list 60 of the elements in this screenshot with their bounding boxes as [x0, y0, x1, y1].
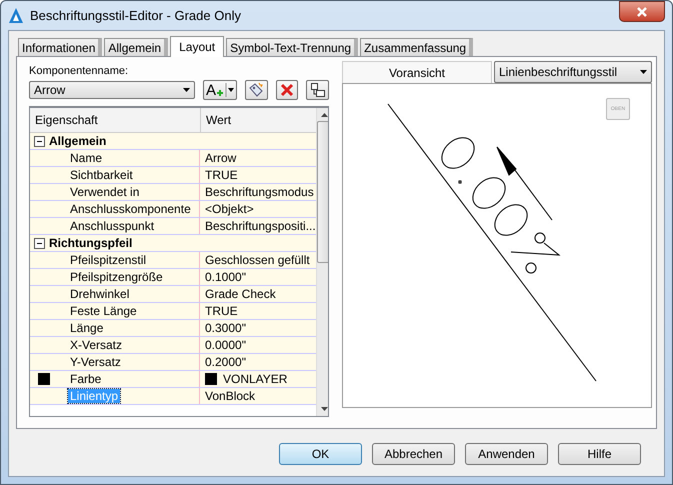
property-name[interactable]: Sichtbarkeit — [68, 168, 135, 182]
property-name[interactable]: Pfeilspitzengröße — [68, 270, 165, 284]
close-icon — [637, 6, 647, 16]
tag-button[interactable] — [244, 80, 268, 100]
property-name[interactable]: Länge — [68, 321, 106, 335]
tab[interactable]: Zusammenfassung — [360, 38, 474, 56]
column-header: Eigenschaft — [30, 108, 201, 132]
layout-button[interactable] — [306, 80, 329, 100]
property-value: VonBlock — [205, 389, 256, 403]
layout-icon — [310, 82, 326, 98]
property-name[interactable]: Verwendet in — [68, 185, 142, 199]
tag-icon — [248, 82, 264, 98]
tab[interactable]: Informationen — [18, 38, 102, 56]
scroll-up-icon[interactable] — [320, 113, 328, 117]
scrollbar-thumb[interactable] — [316, 121, 328, 263]
property-name[interactable]: Feste Länge — [68, 304, 139, 318]
tab[interactable]: Allgemein — [104, 38, 168, 56]
app-logo-icon — [8, 6, 24, 24]
group-header[interactable]: Allgemein — [49, 134, 106, 148]
property-name[interactable]: Pfeilspitzenstil — [68, 253, 148, 267]
property-value: 0.2000" — [205, 355, 246, 369]
property-name[interactable]: Anschlusspunkt — [68, 219, 156, 233]
property-name[interactable]: X-Versatz — [68, 338, 124, 352]
property-value: 0.1000" — [205, 270, 246, 284]
dialog-button[interactable]: Anwenden — [465, 443, 548, 465]
delete-icon — [280, 83, 294, 97]
default-button[interactable]: OK — [279, 443, 362, 465]
column-header: Wert — [205, 112, 232, 129]
preview-label: Voransicht — [342, 61, 492, 83]
close-button[interactable] — [619, 1, 665, 22]
property-value: Beschriftungspositi... — [205, 219, 316, 233]
dialog-button[interactable]: Hilfe — [558, 443, 641, 465]
collapse-icon[interactable] — [34, 238, 45, 248]
property-value: Grade Check — [205, 287, 276, 301]
property-name[interactable]: Y-Versatz — [68, 355, 123, 369]
style-dropdown[interactable]: Linienbeschriftungsstil — [494, 61, 652, 83]
component-label: Komponentenname: — [29, 65, 130, 79]
property-value: <Objekt> — [205, 202, 254, 216]
dialog-button[interactable]: Abbrechen — [372, 443, 455, 465]
property-value: Geschlossen gefüllt — [205, 253, 310, 267]
property-value: TRUE — [205, 168, 238, 182]
property-value: TRUE — [205, 304, 238, 318]
delete-button[interactable] — [276, 80, 298, 100]
property-name[interactable]: Anschlusskomponente — [68, 202, 193, 216]
property-name[interactable]: Drehwinkel — [68, 287, 132, 301]
property-value: 0.0000" — [205, 338, 246, 352]
caret-icon — [183, 88, 190, 92]
window-title: Beschriftungsstil-Editor - Grade Only — [30, 8, 242, 23]
property-name[interactable]: Farbe — [68, 372, 104, 386]
tab[interactable]: Layout — [170, 36, 224, 57]
property-value: VONLAYER — [223, 372, 288, 386]
caret-icon — [640, 70, 647, 74]
collapse-icon[interactable] — [34, 136, 45, 146]
property-value: Beschriftungsmodus — [205, 185, 314, 199]
tab[interactable]: Symbol-Text-Trennung — [226, 38, 358, 56]
property-name[interactable]: Name — [68, 151, 104, 165]
component-dropdown[interactable]: Arrow — [29, 81, 196, 99]
property-value: 0.3000" — [205, 321, 246, 335]
property-value: Arrow — [205, 151, 236, 165]
scroll-down-icon[interactable] — [320, 407, 328, 411]
